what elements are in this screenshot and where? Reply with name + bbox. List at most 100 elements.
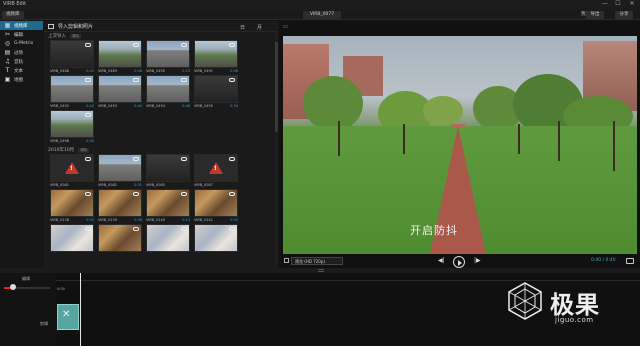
divider-grip[interactable] [318, 269, 324, 272]
tree-trunk [558, 121, 560, 161]
clip-thumbnail[interactable]: VIRB_0138 0:05 [50, 189, 94, 223]
sidebar-item-transitions[interactable]: ▤ 过场 [0, 48, 43, 57]
sidebar-item-map[interactable]: ▣ 地图 [0, 75, 43, 84]
sidebar-item-edit[interactable]: ✂ 编辑 [0, 30, 43, 39]
link-icon [133, 227, 139, 231]
clip-meta: VIRB_0491 0:38 [194, 68, 238, 74]
video-frame[interactable]: 开启防抖 [283, 36, 637, 254]
timeline-clip[interactable]: ✕ [57, 304, 79, 330]
link-icon [85, 157, 91, 161]
clip-thumbnail[interactable]: VIRB_0140 0:13 [146, 189, 190, 223]
link-icon [181, 192, 187, 196]
clip-thumbnail[interactable]: VIRB_0493 0:40 [98, 75, 142, 109]
export-button[interactable]: 导出 [586, 11, 604, 19]
timeline-ruler[interactable] [56, 273, 640, 281]
volume-knob[interactable] [10, 284, 16, 290]
fit-screen-icon[interactable] [284, 258, 289, 263]
clip-duration: 0:38 [230, 69, 238, 73]
link-icon [181, 78, 187, 82]
media-scrollbar[interactable] [275, 32, 278, 268]
step-forward-icon[interactable]: |▶ [474, 257, 481, 264]
clip-thumbnail[interactable]: VIRB_0496 0:30 [50, 110, 94, 144]
clip-meta: VIRB_0492 0:42 [50, 103, 94, 109]
video-subtitle: 开启防抖 [410, 224, 458, 237]
close-icon[interactable]: ✕ [627, 0, 637, 7]
clip-meta: VIRB_0489 0:08 [98, 68, 142, 74]
link-icon [229, 227, 235, 231]
expand-icon[interactable]: ▭ [283, 24, 288, 30]
film-icon: ▤ [4, 49, 11, 56]
top-toolbar: 视频库 VIRB_0077 我账 导出 分享 [0, 10, 640, 20]
clip-name: VIRB_0082 [98, 183, 117, 187]
scissors-icon: ✂ [4, 31, 11, 38]
clip-thumbnail[interactable]: VIRB_0494 0:48 [146, 75, 190, 109]
clip-meta: VIRB_0139 0:36 [98, 217, 142, 223]
section-title: 2016年10月 [48, 148, 75, 153]
section-title: 上次导入 [48, 34, 66, 39]
scroll-thumb[interactable] [275, 42, 278, 132]
quality-select[interactable]: 预览 (HD 720p) [291, 257, 343, 265]
clip-preview-image [98, 154, 142, 182]
link-icon [85, 192, 91, 196]
clip-meta: VIRB_0141 0:05 [194, 217, 238, 223]
clip-name: VIRB_0494 [146, 104, 165, 108]
project-title[interactable]: VIRB_0077 [303, 11, 341, 19]
clip-thumbnail[interactable]: VIRB_0082 0:31 [98, 154, 142, 188]
clip-thumbnail[interactable]: VIRB_0085 [146, 154, 190, 188]
clip-thumbnail[interactable]: ! VIRB_0087 [194, 154, 238, 188]
clip-thumbnail[interactable] [98, 224, 142, 258]
clip-thumbnail[interactable]: VIRB_0491 0:38 [194, 40, 238, 74]
clip-thumbnail[interactable]: ! VIRB_0081 [50, 154, 94, 188]
clip-name: VIRB_0491 [194, 69, 213, 73]
maximize-icon[interactable]: ☐ [613, 0, 623, 7]
clip-thumbnail[interactable]: VIRB_0489 0:08 [98, 40, 142, 74]
clip-name: VIRB_0496 [50, 139, 69, 143]
link-icon [85, 43, 91, 47]
clip-placeholder-icon: ✕ [62, 309, 71, 320]
track-headers: 编辑 剪辑 [0, 273, 56, 346]
tree-trunk [613, 121, 615, 171]
minimize-icon[interactable]: — [600, 0, 610, 7]
snapshot-icon[interactable] [626, 258, 634, 264]
clip-preview-image [146, 224, 190, 252]
clip-duration: 0:05 [86, 218, 94, 222]
clip-preview-image [146, 40, 190, 68]
library-tab[interactable]: 视频库 [2, 11, 24, 19]
share-button[interactable]: 分享 [615, 11, 633, 19]
sidebar-item-library[interactable]: ▦ 视频库 [0, 21, 43, 30]
clip-name: VIRB_0085 [146, 183, 165, 187]
clip-thumbnail[interactable]: VIRB_0492 0:42 [50, 75, 94, 109]
brand-logo-icon [508, 282, 542, 320]
play-button[interactable] [453, 256, 465, 268]
playback-controls: 预览 (HD 720p) ◀| |▶ 0:40 / 0:40 [280, 256, 640, 268]
view-day-button[interactable]: 日 [240, 24, 245, 31]
view-month-button[interactable]: 月 [257, 24, 262, 31]
clip-thumbnail[interactable] [50, 224, 94, 258]
step-back-icon[interactable]: ◀| [438, 257, 445, 264]
link-icon [181, 157, 187, 161]
clip-preview-image [146, 189, 190, 217]
clip-thumbnail[interactable]: VIRB_0139 0:36 [98, 189, 142, 223]
clip-thumbnail[interactable]: VIRB_0495 0:34 [194, 75, 238, 109]
clear-button[interactable]: 清除 [78, 147, 90, 153]
import-icon[interactable] [48, 23, 54, 29]
sidebar-item-label: 过场 [14, 50, 23, 56]
clip-duration: 0:40 [134, 104, 142, 108]
time-readout: 0:40 / 0:40 [591, 258, 616, 263]
link-icon [85, 227, 91, 231]
clip-thumbnail[interactable] [146, 224, 190, 258]
clip-thumbnail[interactable] [194, 224, 238, 258]
clip-thumbnail[interactable]: VIRB_0490 0:23 [146, 40, 190, 74]
clip-meta: VIRB_0496 0:30 [50, 138, 94, 144]
clip-thumbnail[interactable]: VIRB_0488 0:02 [50, 40, 94, 74]
clip-preview-image [50, 224, 94, 252]
import-title[interactable]: 导入剪辑和照片 [58, 23, 93, 30]
playhead[interactable] [80, 273, 81, 346]
sidebar-item-gmetrix[interactable]: ◎ G-Metrix [0, 39, 43, 48]
sidebar-item-audio[interactable]: ♫ 音轨 [0, 57, 43, 66]
sidebar-item-text[interactable]: T 文本 [0, 66, 43, 75]
clip-thumbnail[interactable]: VIRB_0141 0:05 [194, 189, 238, 223]
clear-button[interactable]: 清除 [70, 33, 81, 39]
link-icon [181, 227, 187, 231]
brand-url: jiguo.com [555, 316, 594, 324]
